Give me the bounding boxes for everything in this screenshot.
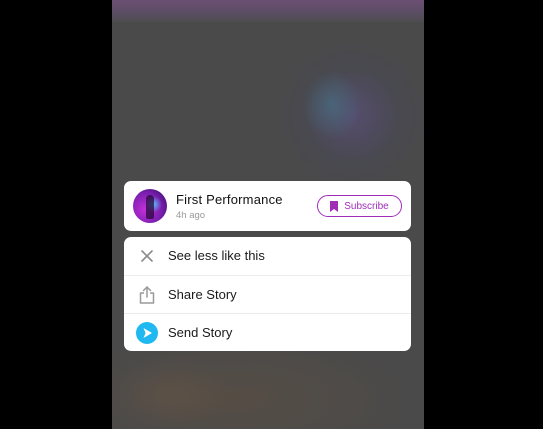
share-icon: [136, 284, 158, 306]
menu-item-share-story[interactable]: Share Story: [124, 275, 411, 314]
menu-item-send-story[interactable]: Send Story: [124, 313, 411, 351]
menu-item-label: See less like this: [168, 248, 265, 263]
send-icon: [136, 322, 158, 344]
menu-item-label: Share Story: [168, 287, 237, 302]
story-avatar: [133, 189, 167, 223]
background-blur: [112, 360, 232, 429]
background-top-glow: [112, 0, 424, 22]
close-icon: [136, 245, 158, 267]
subscribe-button[interactable]: Subscribe: [317, 195, 402, 217]
story-header-card[interactable]: First Performance 4h ago Subscribe: [124, 181, 411, 231]
story-timestamp: 4h ago: [176, 210, 206, 221]
screen: First Performance 4h ago Subscribe See l…: [0, 0, 543, 429]
background-blur: [302, 70, 362, 140]
avatar-figure: [146, 195, 154, 219]
menu-item-label: Send Story: [168, 325, 233, 340]
bookmark-icon: [330, 200, 339, 212]
story-action-menu: See less like this Share Story Send Stor…: [124, 237, 411, 351]
menu-item-see-less[interactable]: See less like this: [124, 237, 411, 275]
story-title: First Performance: [176, 192, 283, 207]
subscribe-label: Subscribe: [344, 200, 389, 212]
